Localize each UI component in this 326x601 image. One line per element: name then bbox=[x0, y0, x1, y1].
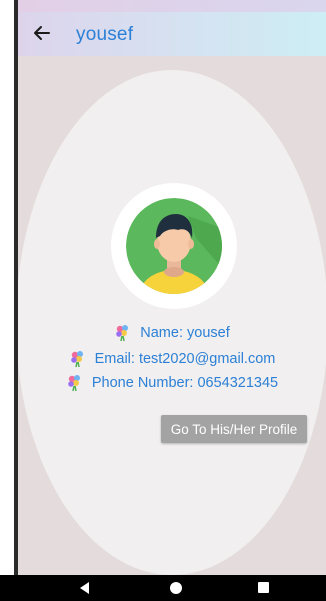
profile-oval-background bbox=[18, 70, 326, 575]
user-phone: Phone Number: 0654321345 bbox=[91, 375, 279, 391]
avatar bbox=[126, 198, 222, 294]
nav-home-icon[interactable] bbox=[170, 582, 182, 594]
screen-frame-left bbox=[0, 0, 14, 601]
app-bar: yousef bbox=[18, 12, 326, 56]
go-to-profile-button[interactable]: Go To His/Her Profile bbox=[161, 415, 307, 443]
email-row: Email: test2020@gmail.com bbox=[18, 350, 326, 368]
nav-recents-icon[interactable] bbox=[258, 582, 269, 593]
user-email: Email: test2020@gmail.com bbox=[94, 351, 276, 367]
app-screen: yousef Name: yousef Email: test2020@gmai… bbox=[18, 0, 326, 575]
page-title: yousef bbox=[76, 24, 134, 45]
nav-back-icon[interactable] bbox=[80, 582, 89, 594]
system-navigation-bar bbox=[0, 575, 326, 601]
user-name: Name: yousef bbox=[140, 325, 230, 341]
arrow-left-icon[interactable] bbox=[32, 22, 52, 44]
status-bar bbox=[18, 0, 326, 12]
phone-row: Phone Number: 0654321345 bbox=[18, 374, 326, 392]
flower-bouquet-icon bbox=[116, 325, 129, 342]
flower-bouquet-icon bbox=[70, 351, 83, 368]
flower-bouquet-icon bbox=[68, 375, 80, 392]
name-row: Name: yousef bbox=[18, 324, 326, 342]
